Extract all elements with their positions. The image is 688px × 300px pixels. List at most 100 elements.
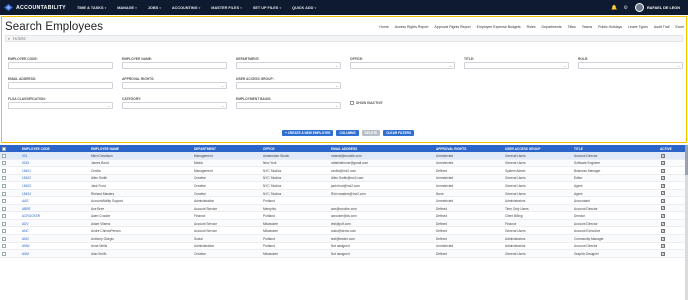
logo[interactable]: ACCOUNTABILITY — [4, 2, 66, 13]
tab-departments[interactable]: Departments — [542, 25, 562, 29]
tab-titles[interactable]: Titles — [568, 25, 576, 29]
active-checkbox[interactable]: ✓ — [661, 191, 665, 196]
row-checkbox[interactable] — [2, 153, 6, 158]
row-checkbox[interactable] — [2, 206, 6, 211]
table-row[interactable]: ANC Andre ChristoPerson Account Service Mil… — [0, 227, 688, 236]
tab-excel[interactable]: Excel — [675, 25, 684, 29]
active-checkbox[interactable]: ✓ — [661, 229, 665, 234]
row-checkbox[interactable] — [2, 251, 6, 256]
active-checkbox[interactable]: ✓ — [661, 198, 665, 203]
cell-code[interactable]: 15403 — [22, 184, 31, 188]
category-select[interactable]: ⌄ — [122, 102, 227, 109]
row-checkbox[interactable] — [2, 244, 6, 249]
approval-rights-select[interactable]: ⌄ — [122, 82, 227, 89]
nav-time-tasks[interactable]: TIME & TASKS ▾ — [77, 6, 106, 10]
nav-jobs[interactable]: JOBS ▾ — [148, 6, 161, 10]
column-header-email[interactable]: EMAIL ADDRESS — [331, 147, 357, 151]
row-checkbox[interactable] — [2, 236, 6, 241]
delete-button[interactable]: DELETE — [361, 130, 381, 136]
row-checkbox[interactable] — [2, 191, 6, 196]
cell-code[interactable]: 15401 — [22, 169, 31, 173]
active-checkbox[interactable]: ✓ — [661, 176, 665, 181]
table-row[interactable]: 0015 James Bond Media New York rafaeldeleone… — [0, 159, 688, 168]
clear-filters-button[interactable]: CLEAR FILTERS — [383, 130, 415, 136]
table-row[interactable]: 15401 Cecilia Management NYC Studios cecilia… — [0, 167, 688, 175]
title-select[interactable]: ⌄ — [464, 62, 569, 69]
nav-accounting[interactable]: ACCOUNTING ▾ — [172, 6, 200, 10]
tab-employee-expense-budgets[interactable]: Employee Expense Budgets — [477, 25, 521, 29]
table-row[interactable]: 15402 Allen Smith Creative NYC Studios Allen… — [0, 174, 688, 183]
filters-toggle[interactable]: ▾ FILTERS — [5, 35, 683, 42]
nav-set-up-files[interactable]: SET UP FILES ▾ — [253, 6, 281, 10]
cell-code[interactable]: AAS — [22, 199, 28, 203]
tab-teams[interactable]: Teams — [582, 25, 592, 29]
cell-code[interactable]: 001 — [22, 154, 27, 158]
active-checkbox[interactable]: ✓ — [661, 168, 665, 173]
nav-master-files[interactable]: MASTER FILES ▾ — [211, 6, 242, 10]
table-row[interactable]: AAS AccountAbility Support Administration P… — [0, 197, 688, 205]
office-select[interactable]: ⌄ — [350, 62, 455, 69]
active-checkbox[interactable]: ✓ — [661, 161, 665, 166]
row-checkbox[interactable] — [2, 176, 6, 181]
row-checkbox[interactable] — [2, 214, 6, 219]
employee-name-input[interactable] — [122, 62, 227, 69]
tab-leave-types[interactable]: Leave Types — [628, 25, 648, 29]
cell-code[interactable]: ABRE — [22, 207, 31, 211]
table-row[interactable]: ADV Adam Vilsenz Account Service Milwaukee t… — [0, 219, 688, 228]
column-header-employee-code[interactable]: EMPLOYEE CODE — [22, 147, 50, 151]
row-checkbox[interactable] — [2, 161, 6, 166]
select-all-checkbox[interactable] — [2, 146, 6, 151]
cell-code[interactable]: ANC — [22, 229, 29, 233]
role-select[interactable]: ⌄ — [578, 62, 683, 69]
column-header-active[interactable]: ACTIVE — [660, 147, 672, 151]
cell-code[interactable]: 15402 — [22, 176, 31, 180]
gear-icon[interactable]: ⚙ — [623, 5, 627, 11]
flsa-classification-select[interactable]: ⌄ — [8, 102, 113, 109]
table-row[interactable]: 001 Mitch Davidson Management Amsterdam Stu… — [0, 152, 688, 160]
tab-access-rights-report[interactable]: Access Rights Report — [395, 25, 429, 29]
table-row[interactable]: ANG Anthony Giorgio Social Portland test@tes… — [0, 235, 688, 243]
active-checkbox[interactable]: ✓ — [661, 213, 665, 218]
cell-code[interactable]: ACROCKER — [22, 214, 40, 218]
cell-code[interactable]: ASM — [22, 252, 29, 256]
cell-code[interactable]: ANW — [22, 244, 29, 248]
row-checkbox[interactable] — [2, 199, 6, 204]
nav-manage[interactable]: MANAGE ▾ — [117, 6, 137, 10]
checkbox-icon[interactable] — [350, 101, 354, 105]
active-checkbox[interactable]: ✓ — [661, 221, 665, 226]
active-checkbox[interactable]: ✓ — [661, 183, 665, 188]
cell-code[interactable]: 15404 — [22, 192, 31, 196]
employment-basis-select[interactable]: ⌄ — [236, 102, 341, 109]
table-row[interactable]: ACROCKER Aaen Crocker Finance Portland acroc… — [0, 212, 688, 220]
row-checkbox[interactable] — [2, 183, 6, 188]
row-checkbox[interactable] — [2, 229, 6, 234]
column-header-employee-name[interactable]: EMPLOYEE NAME — [91, 147, 119, 151]
active-checkbox[interactable]: ✓ — [661, 153, 665, 158]
tab-roles[interactable]: Roles — [527, 25, 536, 29]
user-name[interactable]: RAFAEL DE LEON — [647, 6, 680, 10]
active-checkbox[interactable]: ✓ — [661, 244, 665, 249]
cell-code[interactable]: ANG — [22, 237, 29, 241]
tab-approval-rights-report[interactable]: Approval Rights Report — [434, 25, 470, 29]
row-checkbox[interactable] — [2, 168, 6, 173]
nav-quick-add[interactable]: QUICK ADD ▾ — [292, 6, 316, 10]
columns-button[interactable]: COLUMNS — [336, 130, 359, 136]
table-row[interactable]: 15403 Jack Frost Creative NYC Studios jack.f… — [0, 182, 688, 190]
active-checkbox[interactable]: ✓ — [661, 206, 665, 211]
cell-code[interactable]: ADV — [22, 222, 29, 226]
department-select[interactable]: ⌄ — [236, 62, 341, 69]
avatar[interactable] — [634, 3, 644, 12]
table-row[interactable]: ABRE Ace Bree Account Service Memphis ace@mz… — [0, 204, 688, 213]
tab-home[interactable]: Home — [379, 25, 388, 29]
row-checkbox[interactable] — [2, 221, 6, 226]
user-access-group-select[interactable]: ⌄ — [236, 82, 341, 89]
table-row[interactable]: ASM Alan Smith Creative Milwaukee Not assign… — [0, 250, 688, 258]
active-checkbox[interactable]: ✓ — [661, 236, 665, 241]
show-inactive-checkbox[interactable]: SHOW INACTIVE — [350, 101, 383, 105]
create-employee-button[interactable]: + CREATE A NEW EMPLOYEE — [282, 130, 334, 136]
bell-icon[interactable]: 🔔 — [611, 5, 617, 11]
column-header-approval-rights[interactable]: APPROVAL RIGHTS — [436, 147, 466, 151]
column-header-office[interactable]: OFFICE — [263, 147, 275, 151]
tab-audit-trail[interactable]: Audit Trail — [654, 25, 670, 29]
employee-code-input[interactable] — [8, 62, 113, 69]
